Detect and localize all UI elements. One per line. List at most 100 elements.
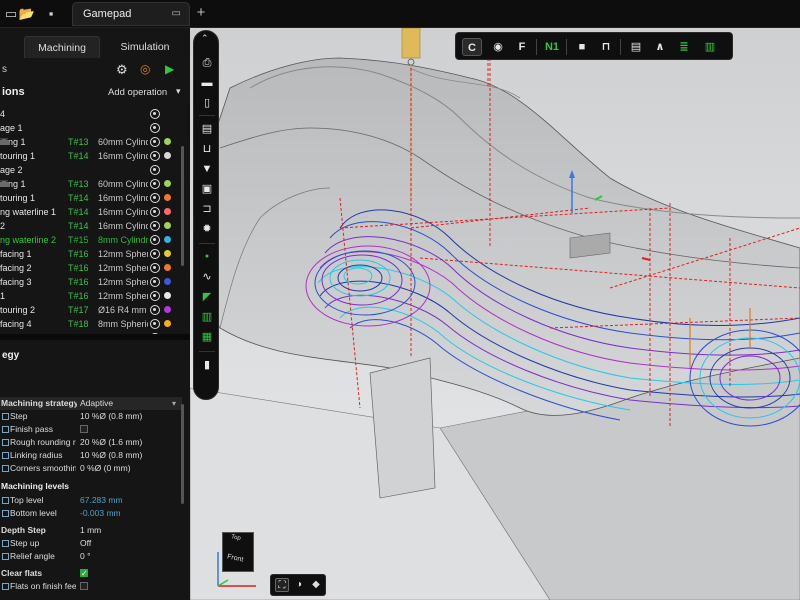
printer-icon[interactable]: ⎙: [198, 55, 216, 71]
axis-icon[interactable]: ∧: [650, 38, 670, 56]
operation-row[interactable]: touring 1 T#14 16mm Cylindr: [0, 191, 178, 205]
sheet-icon[interactable]: ▯: [198, 95, 216, 111]
visibility-target-icon[interactable]: [150, 263, 160, 273]
gear-wheel-icon[interactable]: ✹: [198, 221, 216, 237]
add-tab-button[interactable]: +: [194, 4, 208, 22]
save-icon[interactable]: ▪: [42, 5, 60, 23]
chevron-up-icon[interactable]: ⌃: [201, 33, 209, 44]
measure-icon[interactable]: ◉: [488, 38, 508, 56]
fixture-icon[interactable]: ▣: [198, 181, 216, 197]
operation-list-scrollbar[interactable]: [181, 146, 184, 266]
operation-row[interactable]: ng waterline 1 T#14 16mm Cylindr: [0, 205, 178, 219]
tab-design[interactable]: [0, 36, 22, 58]
operation-row[interactable]: illing 1 T#13 60mm Cylindr: [0, 135, 178, 149]
corners-smoothing-input[interactable]: 0 %Ø (0 mm): [80, 462, 131, 475]
linking-radius-input[interactable]: 10 %Ø (0.8 mm): [80, 449, 142, 462]
visibility-target-icon[interactable]: [150, 179, 160, 189]
operation-row[interactable]: 2 T#14 16mm Cylindr: [0, 219, 178, 233]
bit-icon[interactable]: ▼: [198, 161, 216, 177]
cube-view-icon[interactable]: ◆: [309, 578, 323, 592]
layers-icon[interactable]: ≣: [674, 38, 694, 56]
operation-row[interactable]: 1 T#16 12mm Spheric: [0, 289, 178, 303]
operation-color-dot: [164, 292, 171, 299]
machining-strategy-row[interactable]: Machining strategy Adaptive ▾: [0, 397, 182, 410]
add-operation-button[interactable]: Add operation: [108, 87, 167, 98]
toolpath-scene: [190, 28, 800, 600]
operation-row[interactable]: touring 2 T#17 Ø16 R4 mm T: [0, 303, 178, 317]
top-level-input[interactable]: 67.283 mm: [80, 494, 123, 507]
tool-icon[interactable]: ⊔: [198, 141, 216, 157]
visibility-target-icon[interactable]: [150, 319, 160, 329]
operation-row[interactable]: facing 1 T#16 12mm Spheric: [0, 247, 178, 261]
center-icon[interactable]: C: [462, 38, 482, 56]
visibility-target-icon[interactable]: [150, 305, 160, 315]
step-up-value[interactable]: Off: [80, 537, 91, 550]
operation-row[interactable]: age 1: [0, 121, 178, 135]
screen-icon[interactable]: ▤: [626, 38, 646, 56]
tab-machining[interactable]: Machining: [24, 36, 100, 58]
visibility-target-icon[interactable]: [150, 249, 160, 259]
dot-icon[interactable]: ●: [198, 249, 216, 265]
document-tab[interactable]: Gamepad ▭: [72, 2, 190, 26]
chevron-down-icon[interactable]: ▾: [172, 397, 176, 410]
n1-button[interactable]: N1: [542, 38, 562, 56]
box-icon[interactable]: ▮: [198, 357, 216, 373]
bars-icon[interactable]: ▥: [700, 38, 720, 56]
visibility-target-icon[interactable]: [150, 123, 160, 133]
view-cube-front-label[interactable]: Front: [226, 553, 243, 563]
vise-icon[interactable]: ⊐: [198, 201, 216, 217]
gear-icon[interactable]: ⚙: [116, 62, 128, 78]
depth-step-input[interactable]: 1 mm: [80, 524, 101, 537]
operation-row[interactable]: age 2: [0, 163, 178, 177]
finish-pass-checkbox[interactable]: [80, 425, 88, 433]
book-icon[interactable]: ▥: [198, 309, 216, 325]
relief-angle-input[interactable]: 0 °: [80, 550, 91, 563]
operation-row[interactable]: touring 1 T#14 16mm Cylindr: [0, 149, 178, 163]
tab-simulation[interactable]: Simulation: [102, 36, 188, 58]
visibility-target-icon[interactable]: [150, 193, 160, 203]
clear-flats-checkbox[interactable]: [80, 567, 88, 580]
operation-row[interactable]: facing 3 T#16 12mm Spheric: [0, 275, 178, 289]
operation-row[interactable]: 4: [0, 107, 178, 121]
visibility-target-icon[interactable]: [150, 221, 160, 231]
surface-icon[interactable]: ◤: [198, 289, 216, 305]
fit-view-icon[interactable]: ⛶: [275, 578, 289, 592]
visibility-target-icon[interactable]: [150, 207, 160, 217]
step-up-row: Step up Off: [0, 537, 182, 550]
stock-icon[interactable]: ▬: [198, 75, 216, 91]
feed-icon[interactable]: F: [512, 38, 532, 56]
visibility-target-icon[interactable]: [150, 137, 160, 147]
perspective-icon[interactable]: ◑: [292, 578, 306, 592]
layer-icon[interactable]: ▤: [198, 121, 216, 137]
flats-finish-row: Flats on finish fee: [0, 580, 182, 593]
rough-rounding-input[interactable]: 20 %Ø (1.6 mm): [80, 436, 142, 449]
visibility-target-icon[interactable]: [150, 165, 160, 175]
visibility-target-icon[interactable]: [150, 291, 160, 301]
open-folder-icon[interactable]: 📂: [18, 5, 36, 23]
visibility-target-icon[interactable]: [150, 235, 160, 245]
visibility-target-icon[interactable]: [150, 277, 160, 287]
play-icon[interactable]: ▶: [165, 62, 174, 76]
operation-row[interactable]: ng waterline 2 T#15 8mm Cylindri: [0, 233, 178, 247]
strategy-scrollbar[interactable]: [181, 404, 184, 504]
visibility-target-icon[interactable]: [150, 151, 160, 161]
view-cube-face[interactable]: Top Front: [222, 532, 254, 572]
operation-tool-description: 8mm Cylindri: [98, 235, 148, 245]
operation-row[interactable]: illing 1 T#13 60mm Cylindr: [0, 177, 178, 191]
operation-row[interactable]: facing 4 T#18 8mm Spheric: [0, 317, 178, 331]
3d-viewport[interactable]: [190, 28, 800, 600]
clamp-icon[interactable]: ⊓: [596, 38, 616, 56]
flats-finish-checkbox[interactable]: [80, 582, 88, 590]
step-input[interactable]: 10 %Ø (0.8 mm): [80, 410, 142, 423]
operation-row[interactable]: facing 2 T#16 12mm Spheric: [0, 261, 178, 275]
visibility-target-icon[interactable]: [150, 109, 160, 119]
view-cube-top-label[interactable]: Top: [230, 534, 241, 542]
simulate-icon[interactable]: ◎: [140, 62, 150, 76]
view-cube[interactable]: Top Front: [212, 522, 268, 590]
grid-icon[interactable]: ▦: [198, 329, 216, 345]
machining-strategy-select[interactable]: Adaptive: [80, 397, 113, 410]
bottom-level-input[interactable]: -0.003 mm: [80, 507, 121, 520]
wave-icon[interactable]: ∿: [198, 269, 216, 285]
square-icon[interactable]: ■: [572, 38, 592, 56]
chevron-down-icon[interactable]: ▾: [176, 86, 181, 97]
